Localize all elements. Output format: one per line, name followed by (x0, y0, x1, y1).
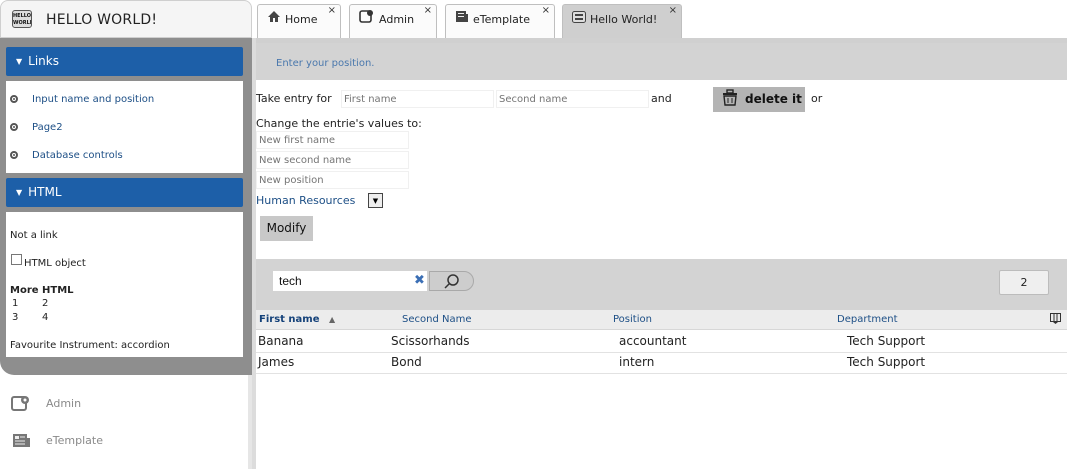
table-header (256, 310, 1067, 330)
or-label: or (811, 92, 823, 105)
close-icon[interactable]: × (328, 0, 336, 26)
tab-etemplate[interactable]: eTemplate × (445, 4, 555, 38)
take-entry-label: Take entry for (256, 92, 332, 105)
collapse-arrow-icon: ▼ (16, 57, 23, 66)
delete-button[interactable]: delete it (713, 87, 805, 112)
search-button[interactable] (429, 271, 474, 291)
table-cell: Scissorhands (391, 334, 470, 348)
sidebar-link-input-name[interactable]: Input name and position (10, 91, 154, 109)
table-cell: James (258, 355, 295, 369)
column-header-department[interactable]: Department (837, 310, 898, 330)
search-input[interactable] (273, 271, 427, 291)
hello-world-logo-icon (572, 5, 586, 35)
trash-icon (721, 89, 739, 114)
bullet-icon (10, 123, 18, 131)
search-icon (443, 273, 461, 292)
close-icon[interactable]: × (669, 0, 677, 26)
close-icon[interactable]: × (424, 0, 432, 26)
app-title: HELLO WORLD! (46, 12, 158, 28)
table-cell: intern (619, 355, 655, 369)
tab-admin[interactable]: Admin × (349, 4, 437, 38)
sort-ascending-icon: ▲ (328, 315, 336, 324)
column-header-label: First name (259, 314, 320, 325)
row-count-badge: 2 (999, 270, 1049, 295)
html-object-checkbox[interactable] (11, 254, 22, 265)
column-header-first-name[interactable]: First name ▲ (259, 310, 335, 330)
new-first-name-input[interactable] (256, 131, 409, 149)
etemplate-newspaper-icon (10, 431, 32, 451)
first-name-input[interactable] (341, 90, 494, 108)
sidebar-link-label: Input name and position (32, 94, 155, 105)
html-panel-title: HTML (28, 185, 62, 199)
new-position-input[interactable] (256, 171, 409, 189)
html-object-label: HTML object (24, 258, 86, 269)
tab-label: Hello World! (590, 13, 658, 26)
column-selection-icon[interactable] (1050, 313, 1061, 327)
clear-search-icon[interactable]: ✖ (414, 273, 425, 288)
links-panel-header[interactable]: ▼ Links (6, 47, 243, 76)
sidebar-link-label: Page2 (32, 122, 63, 133)
department-select[interactable]: Human Resources (256, 191, 355, 211)
admin-gear-icon (10, 394, 32, 414)
tab-label: Admin (379, 13, 415, 26)
tab-label: Home (285, 13, 318, 26)
app-entry-etemplate[interactable]: eTemplate (10, 427, 103, 455)
table-cell: Bond (391, 355, 422, 369)
second-name-input[interactable] (496, 90, 649, 108)
row-divider (256, 352, 1067, 353)
table-cell: Tech Support (847, 355, 926, 369)
links-panel-title: Links (28, 54, 59, 68)
grid-cell: 4 (42, 312, 49, 323)
modify-button[interactable]: Modify (260, 216, 313, 241)
tab-home[interactable]: Home × (257, 4, 341, 38)
sidebar-link-database-controls[interactable]: Database controls (10, 147, 123, 165)
column-header-position[interactable]: Position (613, 310, 652, 330)
change-values-label: Change the entrie's values to: (256, 117, 422, 130)
dropdown-arrow-icon[interactable]: ▼ (368, 193, 383, 208)
tab-hello-world[interactable]: Hello World! × (562, 4, 682, 38)
html-panel-header[interactable]: ▼ HTML (6, 178, 243, 207)
new-second-name-input[interactable] (256, 151, 409, 169)
table-cell: Tech Support (847, 334, 926, 348)
grid-cell: 3 (12, 312, 19, 323)
home-icon (267, 5, 281, 35)
bullet-icon (10, 151, 18, 159)
app-entry-admin[interactable]: Admin (10, 390, 81, 418)
table-cell: accountant (619, 334, 687, 348)
delete-button-label: delete it (745, 92, 802, 106)
hint-bar: Enter your position. (256, 43, 1067, 80)
etemplate-newspaper-icon (455, 5, 469, 35)
not-a-link-text: Not a link (10, 230, 58, 241)
hello-world-logo-icon: HELLO WORLD (12, 10, 32, 28)
app-entry-label: Admin (46, 397, 82, 410)
and-label: and (651, 92, 672, 105)
sidebar-link-label: Database controls (32, 150, 123, 161)
row-divider (256, 373, 1067, 374)
grid-cell: 1 (12, 298, 19, 309)
bullet-icon (10, 95, 18, 103)
admin-gear-icon (359, 5, 375, 35)
sidebar-link-page2[interactable]: Page2 (10, 119, 63, 137)
grid-cell: 2 (42, 298, 49, 309)
collapse-arrow-icon: ▼ (16, 188, 23, 197)
table-cell: Banana (258, 334, 304, 348)
favourite-instrument-text: Favourite Instrument: accordion (10, 340, 170, 351)
column-header-second-name[interactable]: Second Name (402, 310, 471, 330)
app-entry-label: eTemplate (46, 434, 103, 447)
close-icon[interactable]: × (542, 0, 550, 26)
more-html-heading: More HTML (10, 285, 74, 296)
tab-label: eTemplate (473, 13, 530, 26)
